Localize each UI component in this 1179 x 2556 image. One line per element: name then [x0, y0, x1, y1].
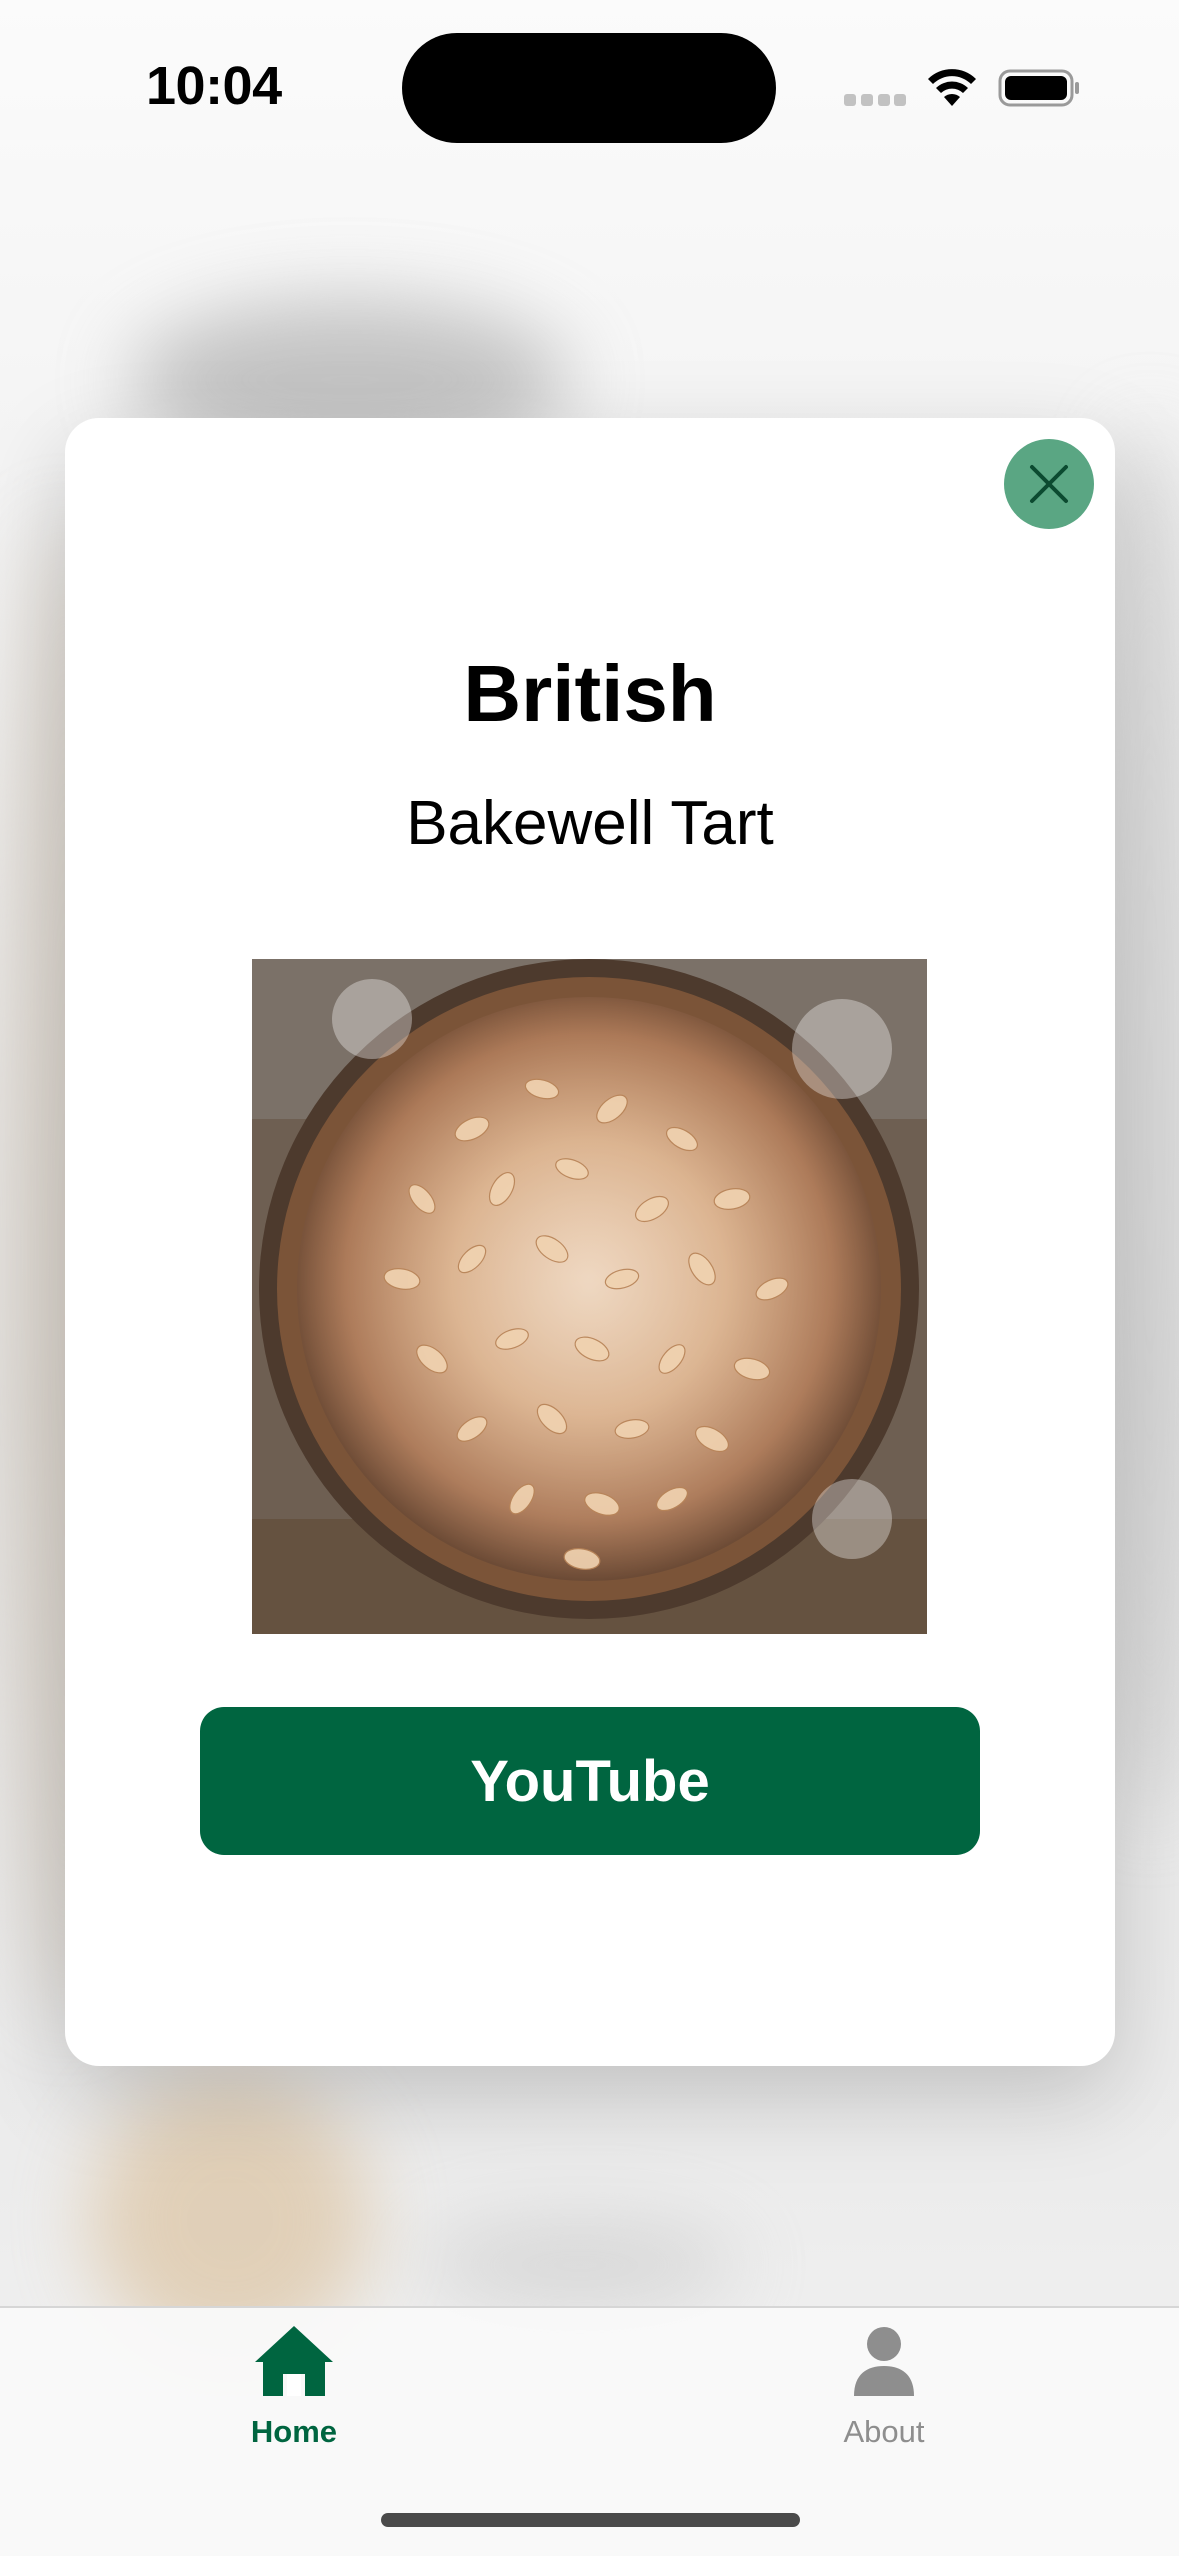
- tab-home-label: Home: [250, 2414, 338, 2449]
- tab-home[interactable]: Home: [184, 2322, 404, 2472]
- tart-photo-illustration: [252, 959, 927, 1634]
- cellular-signal-icon: [844, 94, 906, 110]
- status-time: 10:04: [146, 56, 282, 116]
- cuisine-title: British: [463, 649, 717, 738]
- dynamic-island: [402, 33, 776, 143]
- close-button[interactable]: [1004, 439, 1094, 529]
- meal-name: Bakewell Tart: [406, 789, 774, 858]
- close-icon: [1030, 465, 1068, 503]
- youtube-button[interactable]: YouTube: [200, 1707, 980, 1855]
- house-icon: [255, 2326, 333, 2396]
- person-icon: [854, 2327, 914, 2396]
- meal-photo: [252, 959, 927, 1634]
- tab-about-label: About: [843, 2414, 925, 2449]
- tab-about[interactable]: About: [774, 2322, 994, 2472]
- home-indicator[interactable]: [381, 2513, 800, 2527]
- wifi-icon: [928, 69, 976, 106]
- meal-detail-modal: British Bakewell Tart YouTube: [65, 418, 1115, 2066]
- battery-icon: [998, 69, 1079, 107]
